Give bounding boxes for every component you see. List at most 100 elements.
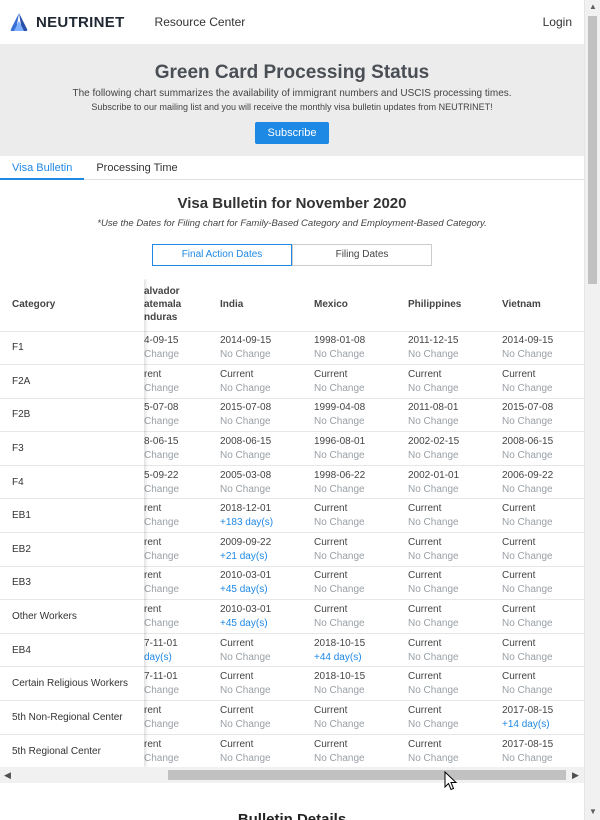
cell-vietnam: 2006-09-22 No Change	[502, 464, 584, 499]
table-row: EB3	[0, 565, 144, 600]
cell-mexico: Current No Change	[314, 700, 408, 735]
cell-change: No Change	[502, 483, 553, 495]
cell-value: 2008-06-15	[220, 436, 272, 448]
cell-philippines: Current No Change	[408, 599, 502, 634]
subscribe-button[interactable]: Subscribe	[254, 122, 330, 144]
cell-change: Change	[144, 450, 180, 462]
cell-change: No Change	[408, 718, 459, 730]
table-row: 2009-09-22 +21 day(s) Current No Change Curr…	[220, 532, 584, 567]
cell-india: 2010-03-01 +45 day(s)	[220, 599, 314, 634]
category-column: Category F1 F2A F2B F3 F4 EB1 EB2 EB3 Other Work…	[0, 279, 144, 767]
cell-value: Current	[314, 368, 348, 380]
tab-visa-bulletin[interactable]: Visa Bulletin	[0, 156, 85, 180]
tab-processing-time[interactable]: Processing Time	[84, 156, 189, 180]
cell-change: No Change	[408, 752, 459, 764]
tab-bar: Visa Bulletin Processing Time	[0, 156, 584, 180]
cell-change: No Change	[220, 450, 271, 462]
cell-mexico: 2018-10-15 No Change	[314, 666, 408, 701]
column-el-salvador: alvador atemala nduras 4-09-15 Change rent…	[144, 279, 220, 767]
scroll-left-arrow-icon[interactable]: ◀	[4, 770, 11, 781]
table-row: EB1	[0, 498, 144, 533]
header-mexico: Mexico	[314, 299, 348, 311]
category-cell: EB3	[0, 565, 144, 600]
cell-india: 2009-09-22 +21 day(s)	[220, 532, 314, 567]
header-es-line: alvador	[144, 286, 180, 298]
cell-value: Current	[314, 704, 348, 716]
cell-change: No Change	[314, 718, 365, 730]
table-row: 8-06-15 Change	[144, 431, 220, 466]
table-row: Current No Change 2018-10-15 No Change Curre…	[220, 666, 584, 701]
cell-change: +14 day(s)	[502, 718, 550, 730]
table-row: Other Workers	[0, 599, 144, 634]
table-row: 5th Non-Regional Center	[0, 700, 144, 735]
country-columns: India Mexico Philippines Vietnam 2014-09…	[220, 279, 584, 767]
cell-value: 1999-04-08	[314, 402, 366, 414]
category-cell: EB4	[0, 632, 144, 667]
cell-change: No Change	[314, 752, 365, 764]
cell-vietnam: Current No Change	[502, 532, 584, 567]
cell-value: Current	[502, 536, 536, 548]
cell-el-salvador: 7-11-01 day(s)	[144, 632, 220, 667]
cell-mexico: 1996-08-01 No Change	[314, 431, 408, 466]
nav-resource-center[interactable]: Resource Center	[155, 15, 246, 29]
cell-change: No Change	[502, 550, 553, 562]
table-row: rent Change	[144, 599, 220, 634]
cell-vietnam: Current No Change	[502, 599, 584, 634]
cell-el-salvador: 4-09-15 Change	[144, 330, 220, 365]
cell-value: Current	[502, 604, 536, 616]
cell-change: No Change	[314, 550, 365, 562]
scroll-up-arrow-icon[interactable]: ▲	[589, 2, 597, 11]
visa-bulletin-table[interactable]: alvador atemala nduras 4-09-15 Change rent…	[0, 279, 584, 767]
cell-vietnam: Current No Change	[502, 666, 584, 701]
cell-value: Current	[502, 570, 536, 582]
cell-vietnam: Current No Change	[502, 364, 584, 399]
table-row: Current No Change 2018-10-15 +44 day(s) Curr…	[220, 632, 584, 667]
cell-change: Change	[144, 483, 180, 495]
section-note: *Use the Dates for Filing chart for Fami…	[97, 218, 487, 229]
cell-value: Current	[408, 570, 442, 582]
filing-dates-button[interactable]: Filing Dates	[292, 244, 432, 266]
brand-logo[interactable]: NEUTRINET	[8, 11, 125, 33]
category-cell: EB2	[0, 532, 144, 567]
cell-mexico: 1999-04-08 No Change	[314, 397, 408, 432]
table-row: Certain Religious Workers	[0, 666, 144, 701]
cell-philippines: Current No Change	[408, 632, 502, 667]
cell-el-salvador: rent Change	[144, 565, 220, 600]
cell-change: No Change	[502, 416, 553, 428]
scroll-right-arrow-icon[interactable]: ▶	[572, 770, 579, 781]
header-vietnam: Vietnam	[502, 299, 541, 311]
scroll-down-arrow-icon[interactable]: ▼	[589, 807, 597, 816]
cell-value: rent	[144, 536, 162, 548]
horizontal-scrollbar[interactable]: ◀ ▶	[0, 767, 584, 783]
horizontal-scroll-thumb[interactable]	[168, 770, 566, 780]
table-row: rent Change	[144, 700, 220, 735]
cell-value: Current	[220, 368, 254, 380]
cell-change: No Change	[502, 685, 553, 697]
login-link[interactable]: Login	[543, 15, 572, 29]
mouse-cursor-icon	[444, 771, 458, 791]
cell-value: 2017-08-15	[502, 738, 554, 750]
cell-el-salvador: rent Change	[144, 364, 220, 399]
cell-el-salvador: 5-07-08 Change	[144, 397, 220, 432]
cell-change: No Change	[220, 483, 271, 495]
cell-vietnam: 2017-08-15 +14 day(s)	[502, 700, 584, 735]
vertical-scroll-thumb[interactable]	[588, 16, 597, 284]
table-row: Current No Change Current No Change Current N…	[220, 733, 584, 767]
cell-change: Change	[144, 718, 180, 730]
table-row: 5-09-22 Change	[144, 464, 220, 499]
cell-change: No Change	[314, 517, 365, 529]
category-cell: F2A	[0, 364, 144, 399]
category-cell: Other Workers	[0, 599, 144, 634]
cell-change: No Change	[408, 685, 459, 697]
cell-india: 2014-09-15 No Change	[220, 330, 314, 365]
final-action-dates-button[interactable]: Final Action Dates	[152, 244, 292, 266]
vertical-scrollbar[interactable]: ▲ ▼	[584, 0, 600, 820]
cell-el-salvador: rent Change	[144, 532, 220, 567]
cell-vietnam: Current No Change	[502, 498, 584, 533]
cell-value: 2014-09-15	[220, 335, 272, 347]
cell-value: 7-11-01	[144, 637, 178, 649]
cell-value: 5-07-08	[144, 402, 179, 414]
cell-el-salvador: rent Change	[144, 599, 220, 634]
cell-change: No Change	[408, 349, 459, 361]
cell-change: No Change	[220, 651, 271, 663]
